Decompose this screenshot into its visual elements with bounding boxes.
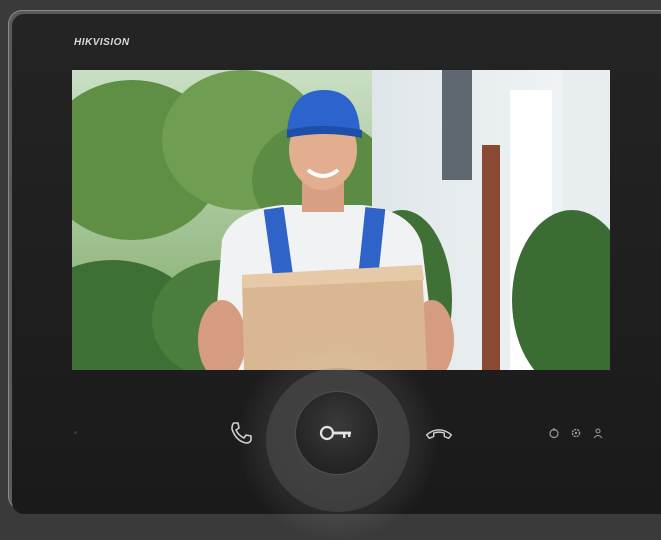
camera-feed — [72, 70, 610, 370]
answer-call-icon — [231, 422, 252, 444]
brand-logo: HIKVISION — [74, 37, 130, 48]
hangup-icon — [425, 429, 453, 439]
settings-icon — [570, 426, 582, 438]
status-indicators — [548, 426, 604, 439]
unlock-door-button[interactable] — [296, 392, 378, 474]
camera-feed-image — [72, 70, 610, 370]
user-icon — [592, 426, 604, 439]
hangup-button[interactable] — [424, 420, 454, 446]
alarm-icon — [548, 426, 560, 439]
microphone-dot — [74, 431, 77, 434]
key-unlock-icon — [319, 425, 351, 441]
answer-call-button[interactable] — [226, 420, 256, 446]
